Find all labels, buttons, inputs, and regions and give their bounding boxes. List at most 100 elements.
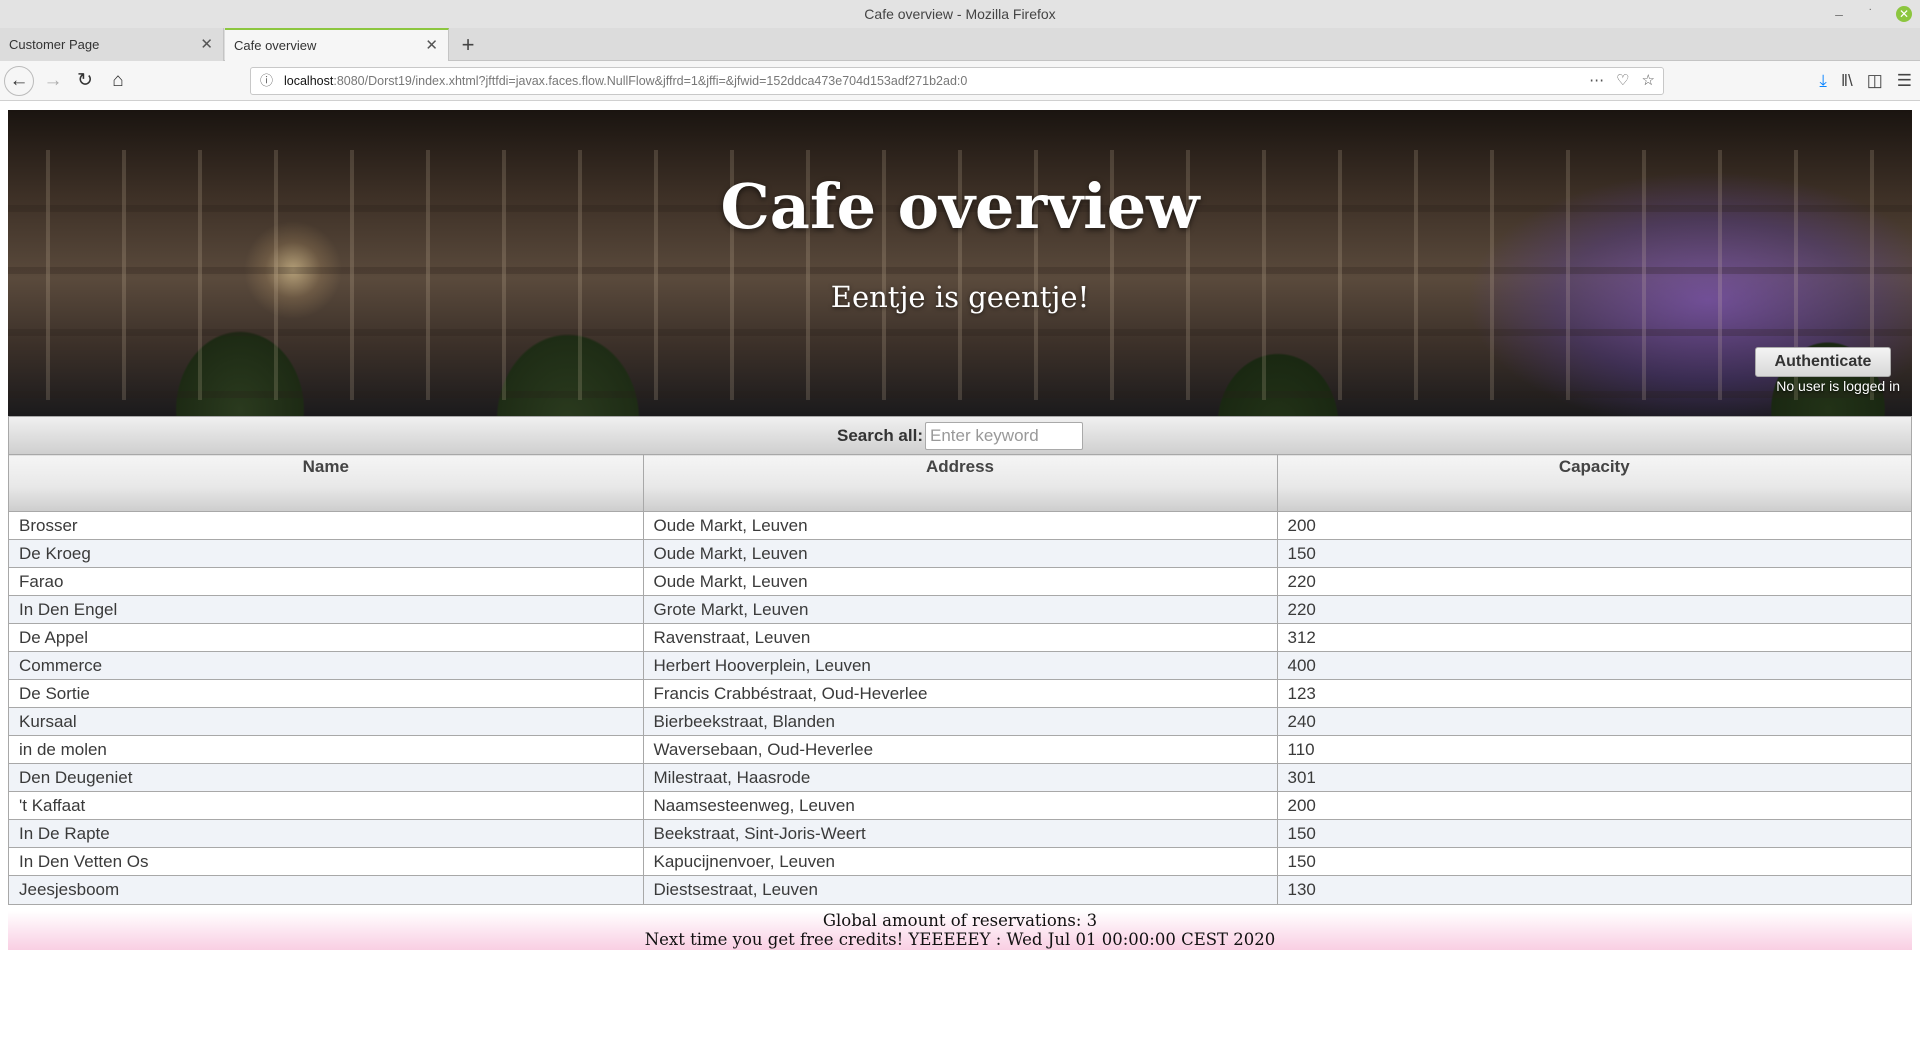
cell-capacity: 200	[1276, 791, 1911, 820]
search-label: Search all:	[837, 425, 923, 445]
url-bar[interactable]: ⓘ localhost:8080/Dorst19/index.xhtml?jft…	[250, 67, 1664, 95]
navigation-toolbar: ← → ↻ ⌂ ⓘ localhost:8080/Dorst19/index.x…	[0, 61, 1920, 101]
home-icon[interactable]: ⌂	[103, 66, 133, 96]
window-title: Cafe overview - Mozilla Firefox	[864, 6, 1056, 22]
sidebar-icon[interactable]: ◫	[1867, 71, 1883, 91]
back-arrow-icon[interactable]: ←	[4, 66, 34, 96]
page-title: Cafe overview	[720, 170, 1200, 243]
cell-name: Commerce	[9, 651, 644, 680]
cell-address: Grote Markt, Leuven	[642, 595, 1278, 624]
reservations-count: Global amount of reservations: 3	[822, 910, 1098, 930]
header-banner: Cafe overview Eentje is geentje! Authent…	[8, 110, 1912, 416]
close-tab-icon[interactable]: ✕	[425, 30, 438, 61]
cell-name: Den Deugeniet	[9, 763, 644, 792]
tab-label: Cafe overview	[234, 38, 317, 53]
star-icon[interactable]: ☆	[1642, 68, 1655, 94]
column-header-address[interactable]: Address	[642, 454, 1278, 512]
cell-name: in de molen	[9, 735, 644, 764]
free-credits-notice: Next time you get free credits! YEEEEEY …	[644, 929, 1276, 949]
cell-capacity: 220	[1276, 595, 1911, 624]
tab-customer-page[interactable]: Customer Page ✕	[0, 28, 224, 61]
cell-capacity: 312	[1276, 623, 1911, 652]
cell-capacity: 240	[1276, 707, 1911, 736]
cell-name: De Sortie	[9, 679, 644, 708]
tab-strip: Customer Page ✕ Cafe overview ✕ +	[0, 28, 1920, 61]
cell-name: In Den Engel	[9, 595, 644, 624]
cell-capacity: 130	[1276, 875, 1911, 904]
download-icon[interactable]: ⤓	[1819, 71, 1827, 91]
cafe-table-container: Search all: Name Address Capacity Brosse…	[8, 416, 1912, 905]
cell-address: Diestsestraat, Leuven	[642, 875, 1278, 904]
cell-address: Oude Markt, Leuven	[642, 511, 1278, 540]
cell-capacity: 150	[1276, 539, 1911, 568]
maximize-icon[interactable]: ˙	[1864, 7, 1878, 21]
url-path: :8080/Dorst19/index.xhtml?jftfdi=javax.f…	[333, 74, 968, 88]
search-bar: Search all:	[9, 416, 1911, 454]
column-header-name[interactable]: Name	[9, 454, 644, 512]
cell-name: De Kroeg	[9, 539, 644, 568]
cell-name: In De Rapte	[9, 819, 644, 848]
table-row[interactable]: Jeesjesboom Diestsestraat, Leuven 130	[9, 875, 1911, 904]
cell-name: Jeesjesboom	[9, 875, 644, 904]
info-icon[interactable]: ⓘ	[260, 68, 273, 94]
cell-capacity: 123	[1276, 679, 1911, 708]
window-controls: – ˙ ✕	[1832, 0, 1912, 28]
cell-address: Oude Markt, Leuven	[642, 539, 1278, 568]
table-row[interactable]: 't Kaffaat Naamsesteenweg, Leuven 200	[9, 791, 1911, 820]
cell-address: Waversebaan, Oud-Heverlee	[642, 735, 1278, 764]
login-status: No user is logged in	[1776, 378, 1900, 394]
table-row[interactable]: In Den Vetten Os Kapucijnenvoer, Leuven 15…	[9, 847, 1911, 876]
close-tab-icon[interactable]: ✕	[200, 28, 213, 61]
authenticate-button[interactable]: Authenticate	[1755, 347, 1891, 377]
cell-address: Francis Crabbéstraat, Oud-Heverlee	[642, 679, 1278, 708]
minimize-icon[interactable]: –	[1832, 7, 1846, 21]
table-row[interactable]: De Sortie Francis Crabbéstraat, Oud-Hever…	[9, 679, 1911, 708]
cell-address: Naamsesteenweg, Leuven	[642, 791, 1278, 820]
pocket-icon[interactable]: ♡	[1616, 68, 1629, 94]
table-row[interactable]: Den Deugeniet Milestraat, Haasrode 301	[9, 763, 1911, 792]
cell-capacity: 200	[1276, 511, 1911, 540]
cell-address: Oude Markt, Leuven	[642, 567, 1278, 596]
page-footer: Global amount of reservations: 3 Next ti…	[8, 910, 1912, 950]
hamburger-menu-icon[interactable]: ☰	[1897, 71, 1912, 91]
cell-capacity: 110	[1276, 735, 1911, 764]
cell-capacity: 301	[1276, 763, 1911, 792]
table-row[interactable]: Kursaal Bierbeekstraat, Blanden 240	[9, 707, 1911, 736]
cell-name: 't Kaffaat	[9, 791, 644, 820]
tab-cafe-overview[interactable]: Cafe overview ✕	[225, 28, 449, 61]
table-header-row: Name Address Capacity	[9, 454, 1911, 512]
more-dots-icon[interactable]: ⋯	[1589, 68, 1604, 94]
table-row[interactable]: De Appel Ravenstraat, Leuven 312	[9, 623, 1911, 652]
search-input[interactable]	[925, 421, 1083, 450]
window-titlebar: Cafe overview - Mozilla Firefox – ˙ ✕	[0, 0, 1920, 28]
cell-address: Kapucijnenvoer, Leuven	[642, 847, 1278, 876]
reload-icon[interactable]: ↻	[70, 66, 100, 96]
library-icon[interactable]: ‖\	[1841, 71, 1853, 91]
table-row[interactable]: Commerce Herbert Hooverplein, Leuven 400	[9, 651, 1911, 680]
window-close-icon[interactable]: ✕	[1896, 6, 1912, 22]
cell-address: Beekstraat, Sint-Joris-Weert	[642, 819, 1278, 848]
cell-address: Milestraat, Haasrode	[642, 763, 1278, 792]
table-row[interactable]: Farao Oude Markt, Leuven 220	[9, 567, 1911, 596]
cell-address: Herbert Hooverplein, Leuven	[642, 651, 1278, 680]
table-row[interactable]: In De Rapte Beekstraat, Sint-Joris-Weert 1…	[9, 819, 1911, 848]
url-text[interactable]: localhost:8080/Dorst19/index.xhtml?jftfd…	[284, 68, 967, 94]
forward-arrow-icon[interactable]: →	[38, 66, 68, 96]
table-row[interactable]: Brosser Oude Markt, Leuven 200	[9, 511, 1911, 540]
cell-capacity: 150	[1276, 847, 1911, 876]
url-actions: ⋯ ♡ ☆	[1589, 68, 1655, 94]
column-header-capacity[interactable]: Capacity	[1276, 454, 1911, 512]
cell-address: Ravenstraat, Leuven	[642, 623, 1278, 652]
table-row[interactable]: In Den Engel Grote Markt, Leuven 220	[9, 595, 1911, 624]
table-row[interactable]: in de molen Waversebaan, Oud-Heverlee 110	[9, 735, 1911, 764]
page-subtitle: Eentje is geentje!	[830, 280, 1090, 314]
cell-name: In Den Vetten Os	[9, 847, 644, 876]
page-content: Cafe overview Eentje is geentje! Authent…	[8, 110, 1912, 950]
cell-capacity: 220	[1276, 567, 1911, 596]
cell-name: De Appel	[9, 623, 644, 652]
table-row[interactable]: De Kroeg Oude Markt, Leuven 150	[9, 539, 1911, 568]
new-tab-button[interactable]: +	[455, 28, 481, 61]
cell-name: Kursaal	[9, 707, 644, 736]
cell-name: Brosser	[9, 511, 644, 540]
cell-name: Farao	[9, 567, 644, 596]
